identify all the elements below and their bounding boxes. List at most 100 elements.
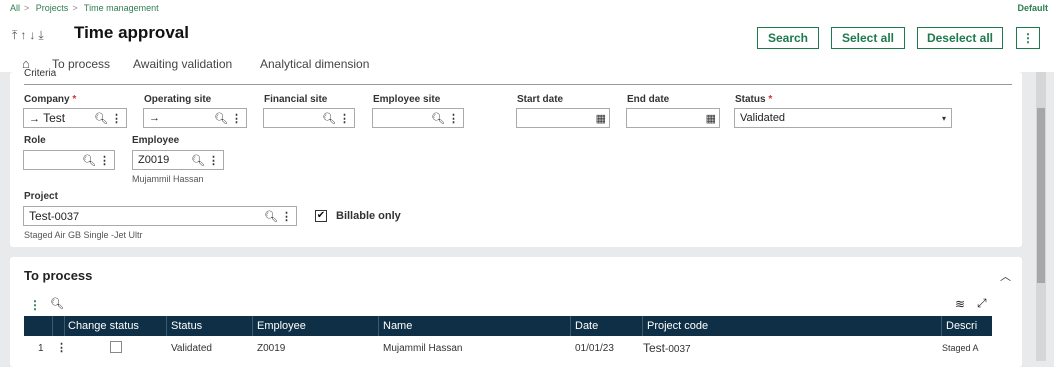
tab-to-process[interactable]: To process xyxy=(52,57,110,71)
start-date-label: Start date xyxy=(517,94,564,105)
financial-site-field[interactable]: 🔍︎ ⋮ xyxy=(263,108,355,128)
project-field[interactable]: Test-0037 🔍︎ ⋮ xyxy=(23,206,297,226)
billable-only-checkbox[interactable]: ✔ xyxy=(315,210,327,222)
column-separator xyxy=(64,316,65,336)
search-button[interactable]: Search xyxy=(757,27,819,49)
grid-search-icon[interactable]: 🔍︎ xyxy=(50,297,64,310)
breadcrumb-projects[interactable]: Projects xyxy=(36,3,69,13)
column-description[interactable]: Descri xyxy=(946,320,977,332)
end-date-field[interactable]: ▦ xyxy=(626,108,720,128)
link-arrow-icon: → xyxy=(29,113,40,125)
column-status[interactable]: Status xyxy=(171,320,202,332)
deselect-all-button[interactable]: Deselect all xyxy=(917,27,1003,49)
company-field[interactable]: → Test 🔍︎ ⋮ xyxy=(23,108,127,128)
table-header: Change status Status Employee Name Date … xyxy=(24,316,992,336)
section-title: To process xyxy=(24,268,93,283)
navigation-arrows: ⤒↑↓⤓ xyxy=(12,28,47,43)
column-separator xyxy=(166,316,167,336)
cell-employee: Z0019 xyxy=(257,343,286,354)
tab-awaiting-validation[interactable]: Awaiting validation xyxy=(133,57,232,71)
more-icon[interactable]: ⋮ xyxy=(281,210,292,223)
more-actions-button[interactable]: ⋮ xyxy=(1016,27,1040,49)
table-row[interactable]: 1 ⋮ Validated Z0019 Mujammil Hassan 01/0… xyxy=(24,338,992,360)
search-icon[interactable]: 🔍︎ xyxy=(214,112,228,125)
criteria-label: Criteria xyxy=(24,68,57,79)
previous-record-icon[interactable]: ↑ xyxy=(20,28,29,42)
employee-field[interactable]: Z0019 🔍︎ ⋮ xyxy=(132,150,224,170)
search-icon[interactable]: 🔍︎ xyxy=(431,112,445,125)
cell-date: 01/01/23 xyxy=(575,343,614,354)
more-icon[interactable]: ⋮ xyxy=(111,112,122,125)
employee-site-label: Employee site xyxy=(373,94,441,105)
dropdown-arrow-icon[interactable]: ▾ xyxy=(942,114,946,123)
project-value-main: Test xyxy=(29,209,52,223)
more-icon[interactable]: ⋮ xyxy=(99,154,110,167)
page-scrollbar[interactable] xyxy=(1036,72,1046,361)
expand-icon[interactable]: ⤢ xyxy=(977,296,987,311)
breadcrumb-all[interactable]: All xyxy=(10,3,20,13)
breadcrumb-separator: > xyxy=(24,3,30,13)
link-arrow-icon: → xyxy=(149,112,160,124)
employee-label: Employee xyxy=(132,135,180,146)
calendar-icon[interactable]: ▦ xyxy=(596,112,606,125)
column-date[interactable]: Date xyxy=(575,320,598,332)
default-label[interactable]: Default xyxy=(1017,3,1048,13)
layers-icon[interactable]: ≋ xyxy=(955,297,965,311)
calendar-icon[interactable]: ▦ xyxy=(706,112,716,125)
row-menu-icon[interactable]: ⋮ xyxy=(56,341,67,354)
company-value: Test xyxy=(43,111,66,125)
column-employee[interactable]: Employee xyxy=(257,320,306,332)
select-all-button[interactable]: Select all xyxy=(831,27,905,49)
column-separator xyxy=(570,316,571,336)
company-label: Company * xyxy=(24,94,77,105)
last-record-icon[interactable]: ⤓ xyxy=(38,28,46,42)
search-icon[interactable]: 🔍︎ xyxy=(191,154,205,167)
start-date-field[interactable]: ▦ xyxy=(516,108,610,128)
column-separator xyxy=(642,316,643,336)
column-separator xyxy=(52,316,53,336)
breadcrumb-time-management[interactable]: Time management xyxy=(84,3,159,13)
role-field[interactable]: 🔍︎ ⋮ xyxy=(23,150,115,170)
grid-menu-icon[interactable]: ⋮ xyxy=(29,298,41,312)
criteria-divider xyxy=(24,84,1012,85)
row-number: 1 xyxy=(38,343,44,354)
employee-name: Mujammil Hassan xyxy=(132,174,204,184)
column-project-code[interactable]: Project code xyxy=(647,320,708,332)
role-label: Role xyxy=(24,135,46,146)
page-header: ⤒↑↓⤓ Time approval Search Select all Des… xyxy=(0,16,1054,72)
status-label: Status * xyxy=(735,94,773,105)
breadcrumb: All > Projects > Time management xyxy=(10,3,163,13)
required-marker: * xyxy=(72,94,77,105)
more-icon[interactable]: ⋮ xyxy=(208,154,219,167)
billable-only-label: Billable only xyxy=(336,210,401,222)
search-icon[interactable]: 🔍︎ xyxy=(94,112,108,125)
breadcrumb-separator: > xyxy=(72,3,78,13)
financial-site-label: Financial site xyxy=(264,94,328,105)
scrollbar-thumb[interactable] xyxy=(1037,108,1045,283)
search-icon[interactable]: 🔍︎ xyxy=(264,210,278,223)
next-record-icon[interactable]: ↓ xyxy=(29,28,38,42)
column-separator xyxy=(941,316,942,336)
change-status-checkbox[interactable] xyxy=(110,341,122,353)
project-label: Project xyxy=(24,191,58,202)
operating-site-field[interactable]: → 🔍︎ ⋮ xyxy=(143,108,247,128)
cell-name: Mujammil Hassan xyxy=(383,343,463,354)
project-value-suffix: -0037 xyxy=(51,211,80,223)
more-icon[interactable]: ⋮ xyxy=(339,112,350,125)
cell-project-code: Test-0037 xyxy=(643,341,691,355)
more-icon[interactable]: ⋮ xyxy=(231,112,242,125)
column-name[interactable]: Name xyxy=(383,320,412,332)
employee-site-field[interactable]: 🔍︎ ⋮ xyxy=(372,108,464,128)
cell-status: Validated xyxy=(171,343,212,354)
end-date-label: End date xyxy=(627,94,670,105)
column-change-status[interactable]: Change status xyxy=(68,320,139,332)
column-separator xyxy=(252,316,253,336)
tab-analytical-dimension[interactable]: Analytical dimension xyxy=(260,57,369,71)
search-icon[interactable]: 🔍︎ xyxy=(82,154,96,167)
top-bar: All > Projects > Time management Default xyxy=(0,0,1054,16)
search-icon[interactable]: 🔍︎ xyxy=(322,112,336,125)
collapse-icon[interactable]: ︿ xyxy=(1000,268,1011,284)
status-select[interactable]: Validated ▾ xyxy=(734,108,952,128)
more-icon[interactable]: ⋮ xyxy=(448,112,459,125)
page-title: Time approval xyxy=(74,23,189,42)
